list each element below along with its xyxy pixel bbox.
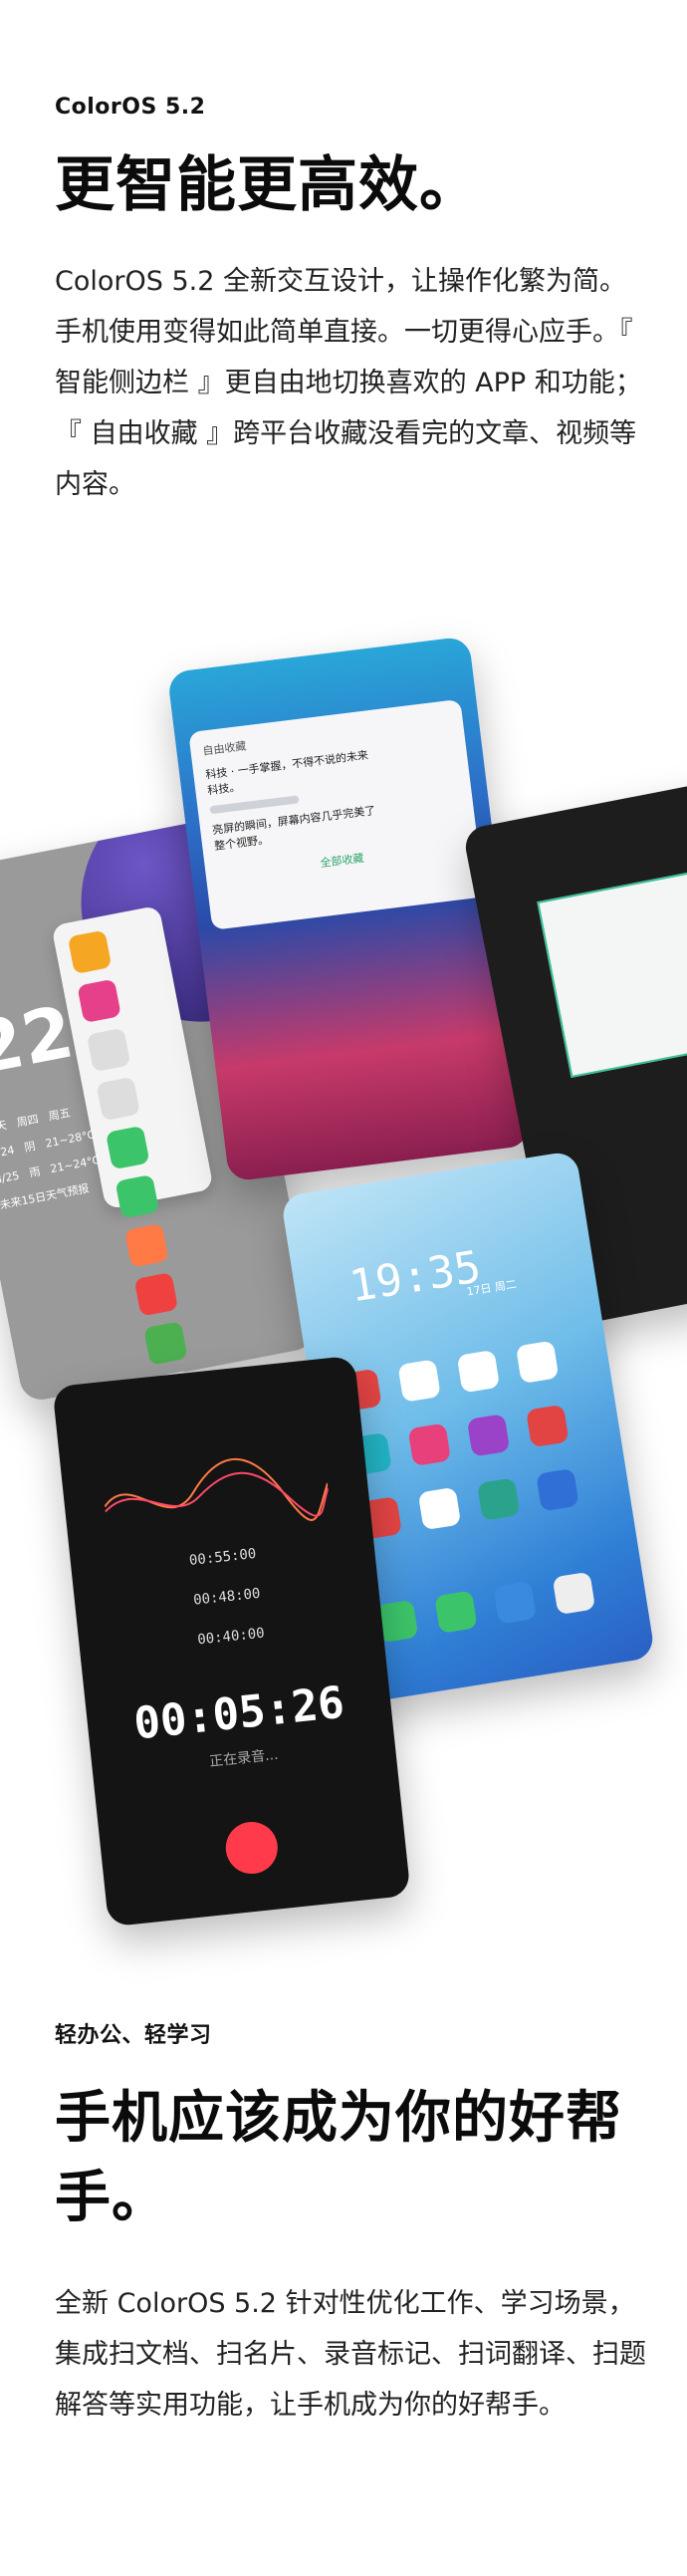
outro-section: 轻办公、轻学习 手机应该成为你的好帮手。 全新 ColorOS 5.2 针对性优… <box>55 2017 652 2431</box>
phone-recorder: 00:55:00 00:48:00 00:40:00 00:05:26 正在录音… <box>52 1355 411 1928</box>
scanned-business-card: oppo <box>537 852 687 1078</box>
intro-section: ColorOS 5.2 更智能更高效。 ColorOS 5.2 全新交互设计，让… <box>55 95 652 510</box>
audio-waveform <box>104 1457 330 1521</box>
phone-free-favorites: 自由收藏 科技 · 一手掌握，不得不说的未来科技。 亮屏的瞬间，屏幕内容几乎完美… <box>166 636 532 1182</box>
pause-record-icon <box>223 1819 281 1877</box>
home-clock: 19:35 <box>345 1241 485 1313</box>
favorites-card: 自由收藏 科技 · 一手掌握，不得不说的未来科技。 亮屏的瞬间，屏幕内容几乎完美… <box>188 698 485 930</box>
intro-body: ColorOS 5.2 全新交互设计，让操作化繁为简。手机使用变得如此简单直接。… <box>55 266 642 500</box>
record-mark: 00:48:00 <box>192 1585 262 1609</box>
outro-body: 全新 ColorOS 5.2 针对性优化工作、学习场景，集成扫文档、扫名片、录音… <box>55 2288 646 2421</box>
section-label: 轻办公、轻学习 <box>55 2023 212 2048</box>
product-label: ColorOS 5.2 <box>55 95 206 120</box>
record-mark: 00:40:00 <box>196 1625 266 1649</box>
outro-headline: 手机应该成为你的好帮手。 <box>55 2086 622 2230</box>
intro-headline: 更智能更高效。 <box>55 150 480 220</box>
